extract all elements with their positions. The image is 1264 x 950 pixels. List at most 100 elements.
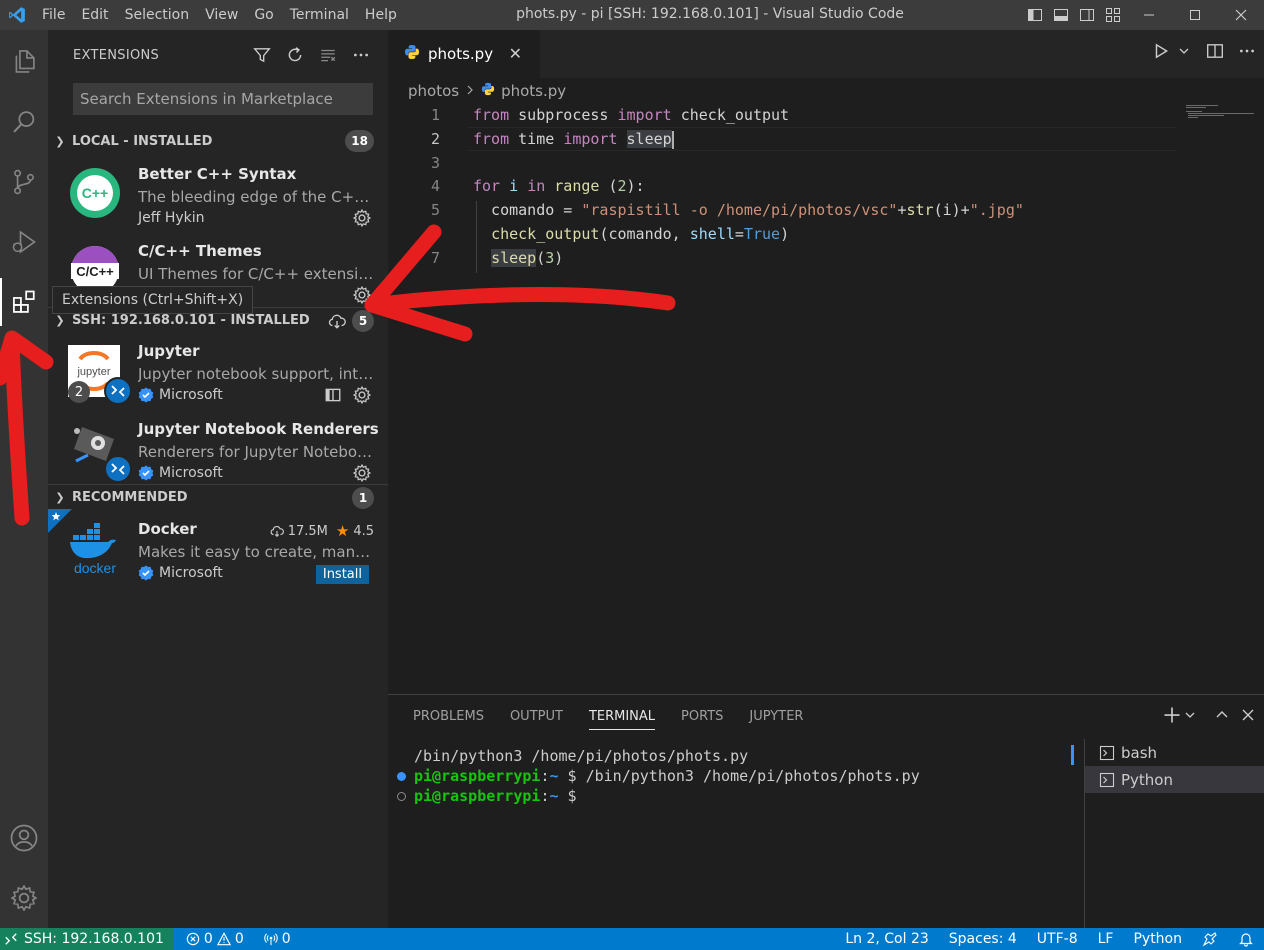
- menu-go[interactable]: Go: [246, 0, 281, 30]
- extension-name: C/C++ Themes: [138, 242, 262, 260]
- tab-phots-py[interactable]: phots.py ✕: [388, 30, 540, 78]
- customize-layout-icon[interactable]: [1100, 0, 1126, 30]
- run-debug-icon[interactable]: [0, 218, 48, 266]
- extension-description: Renderers for Jupyter Notebooks: [138, 443, 374, 461]
- cloud-download-icon[interactable]: [328, 312, 346, 334]
- more-actions-icon[interactable]: [348, 42, 374, 68]
- section-recommended[interactable]: ❯ RECOMMENDED 1: [48, 484, 388, 510]
- line-number: 3: [430, 154, 440, 172]
- remote-indicator[interactable]: SSH: 192.168.0.101: [0, 928, 174, 950]
- install-button[interactable]: Install: [315, 565, 369, 584]
- manage-extension-gear-icon[interactable]: [352, 463, 372, 483]
- terminal-item-python[interactable]: Python: [1085, 766, 1264, 793]
- maximize-icon[interactable]: [1172, 0, 1218, 30]
- clear-results-icon[interactable]: [315, 42, 341, 68]
- tab-jupyter[interactable]: JUPYTER: [736, 695, 816, 739]
- cloud-download-icon: [270, 526, 284, 538]
- code-line-5: comando = "raspistill -o /home/pi/photos…: [473, 201, 1024, 219]
- extension-name: Jupyter Notebook Renderers: [138, 420, 379, 438]
- notifications-bell-icon[interactable]: [1238, 931, 1254, 947]
- breadcrumb-file[interactable]: phots.py: [501, 82, 566, 100]
- extension-description: Makes it easy to create, manage, and deb…: [138, 543, 374, 561]
- terminal-icon: [1099, 745, 1115, 760]
- toggle-secondary-sidebar-icon[interactable]: [1074, 0, 1100, 30]
- tab-ports[interactable]: PORTS: [668, 695, 736, 739]
- account-icon[interactable]: [0, 814, 48, 862]
- search-icon[interactable]: [0, 98, 48, 146]
- sidebar-header: EXTENSIONS: [48, 30, 388, 80]
- extension-item-jupyter-renderers[interactable]: Jupyter Notebook Renderers Renderers for…: [48, 415, 388, 493]
- manage-extension-gear-icon[interactable]: [352, 208, 372, 228]
- manage-extension-gear-icon[interactable]: [352, 285, 372, 305]
- menu-selection[interactable]: Selection: [117, 0, 198, 30]
- close-window-icon[interactable]: [1218, 0, 1264, 30]
- python-file-icon: [481, 82, 495, 100]
- code-editor[interactable]: 1 2 3 4 5 6 7 from subprocess import che…: [388, 104, 1264, 694]
- tab-terminal[interactable]: TERMINAL: [576, 695, 668, 739]
- jupyter-count-badge: 2: [68, 381, 90, 403]
- text-cursor: [671, 130, 674, 149]
- menu-terminal[interactable]: Terminal: [282, 0, 357, 30]
- code-line-1: from subprocess import check_output: [473, 106, 790, 124]
- extensions-icon[interactable]: [0, 278, 48, 326]
- manage-gear-icon[interactable]: [0, 874, 48, 922]
- encoding[interactable]: UTF-8: [1037, 931, 1078, 947]
- line-number: 7: [430, 249, 440, 267]
- explorer-icon[interactable]: [0, 38, 48, 86]
- chevron-down-icon[interactable]: [1184, 709, 1196, 725]
- problems-indicator[interactable]: 0 0: [186, 931, 244, 947]
- toggle-panel-icon[interactable]: [1048, 0, 1074, 30]
- split-editor-icon[interactable]: [1206, 42, 1224, 64]
- rating-star-icon: ★: [335, 522, 350, 540]
- new-terminal-icon[interactable]: [1162, 705, 1182, 729]
- menu-help[interactable]: Help: [357, 0, 405, 30]
- error-count: 0: [203, 931, 213, 947]
- section-local-installed[interactable]: ❯ LOCAL - INSTALLED 18: [48, 128, 388, 154]
- tab-output[interactable]: OUTPUT: [497, 695, 576, 739]
- extension-item-better-cpp[interactable]: C++ Better C++ Syntax The bleeding edge …: [48, 160, 388, 238]
- remote-label: SSH: 192.168.0.101: [24, 931, 164, 947]
- rating-value: 4.5: [353, 523, 374, 539]
- refresh-icon[interactable]: [282, 42, 308, 68]
- extensions-tooltip: Extensions (Ctrl+Shift+X): [52, 286, 254, 314]
- chevron-down-icon[interactable]: [1178, 45, 1190, 61]
- manage-extension-gear-icon[interactable]: [352, 385, 372, 405]
- terminal-list: bash Python: [1084, 739, 1264, 929]
- section-ssh-label: SSH: 192.168.0.101 - INSTALLED: [72, 313, 310, 328]
- feedback-icon[interactable]: [1202, 931, 1218, 947]
- warning-icon: [216, 932, 231, 946]
- close-tab-icon[interactable]: ✕: [509, 44, 522, 63]
- breadcrumb-folder[interactable]: photos: [408, 82, 459, 100]
- code-line-2: from time import sleep: [473, 130, 674, 149]
- split-editor-icon[interactable]: [324, 386, 342, 408]
- more-actions-icon[interactable]: [1238, 42, 1256, 64]
- toggle-sidebar-icon[interactable]: [1022, 0, 1048, 30]
- tab-problems[interactable]: PROBLEMS: [400, 695, 497, 739]
- menu-file[interactable]: File: [34, 0, 73, 30]
- error-icon: [186, 932, 200, 946]
- command-pending-icon: [397, 792, 406, 801]
- terminal-scrollbar[interactable]: [1071, 745, 1074, 765]
- close-panel-icon[interactable]: [1240, 707, 1256, 727]
- extension-item-docker[interactable]: docker Docker 17.5M ★ 4.5 Makes it easy …: [48, 509, 388, 593]
- menu-view[interactable]: View: [197, 0, 246, 30]
- ports-indicator[interactable]: 0: [264, 931, 291, 947]
- terminal-prompt-line[interactable]: pi@raspberrypi:~ $: [414, 787, 586, 805]
- terminal-item-bash[interactable]: bash: [1085, 739, 1264, 766]
- source-control-icon[interactable]: [0, 158, 48, 206]
- run-file-icon[interactable]: [1152, 42, 1170, 64]
- extensions-search-input[interactable]: [73, 83, 373, 115]
- terminal-panel: PROBLEMS OUTPUT TERMINAL PORTS JUPYTER /…: [388, 694, 1264, 929]
- cursor-position[interactable]: Ln 2, Col 23: [845, 931, 928, 947]
- minimap[interactable]: [1184, 104, 1264, 164]
- minimize-icon[interactable]: [1126, 0, 1172, 30]
- broadcast-icon: [264, 933, 278, 946]
- extension-item-jupyter[interactable]: jupyter 2 Jupyter Jupyter notebook suppo…: [48, 337, 388, 415]
- indentation[interactable]: Spaces: 4: [949, 931, 1017, 947]
- maximize-panel-icon[interactable]: [1214, 707, 1230, 727]
- line-ending[interactable]: LF: [1098, 931, 1114, 947]
- menu-edit[interactable]: Edit: [73, 0, 116, 30]
- language-mode[interactable]: Python: [1133, 931, 1182, 947]
- sidebar-title: EXTENSIONS: [73, 47, 160, 63]
- filter-icon[interactable]: [249, 42, 275, 68]
